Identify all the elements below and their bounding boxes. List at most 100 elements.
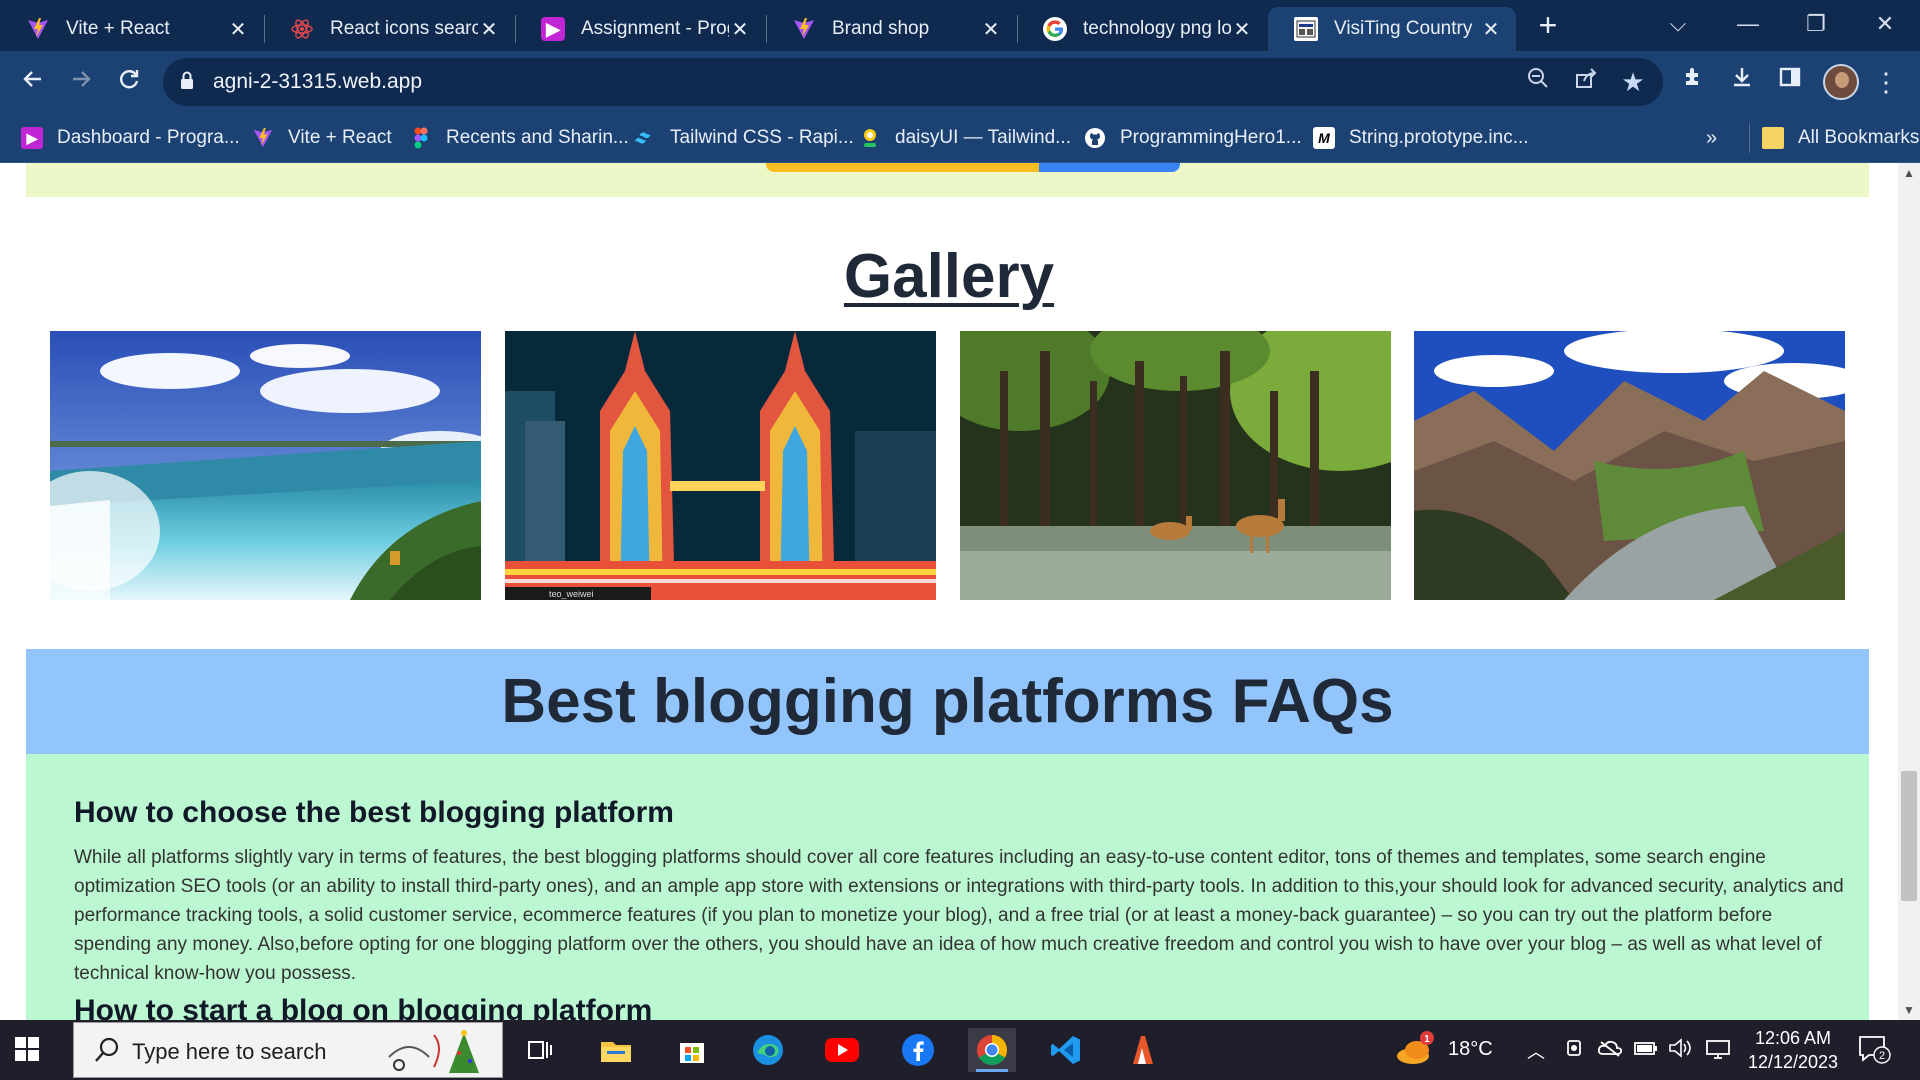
programming-hero-icon: ▶	[541, 17, 565, 41]
zoom-icon[interactable]	[1521, 65, 1555, 99]
faq-question: How to start a blog on blogging platform	[74, 994, 653, 1020]
gallery-image-deer[interactable]	[960, 331, 1391, 600]
gallery-image-mountains[interactable]	[1414, 331, 1845, 600]
weather-temperature[interactable]: 18°C	[1448, 1038, 1493, 1061]
tab-strip: Vite + React ✕ React icons search ✕ ▶ As…	[0, 0, 1920, 51]
bookmark-dashboard[interactable]: ▶ Dashboard - Progra...	[21, 123, 240, 153]
file-explorer-icon[interactable]	[592, 1028, 640, 1072]
tab-brand-shop[interactable]: Brand shop ✕	[766, 7, 1016, 51]
react-icon	[290, 17, 314, 41]
volume-icon[interactable]	[1668, 1038, 1692, 1064]
tab-technology-png[interactable]: technology png lo ✕	[1017, 7, 1267, 51]
taskbar-search-box[interactable]: Type here to search	[73, 1022, 503, 1078]
bookmark-github[interactable]: ProgrammingHero1...	[1084, 123, 1302, 153]
gallery-image-towers[interactable]: teo_weiwei	[505, 331, 936, 600]
bookmark-label: ProgrammingHero1...	[1120, 127, 1302, 148]
windows-taskbar: Type here to search 1 18°C ︿ 12:06 AM 12…	[0, 1020, 1920, 1080]
site-icon	[1294, 17, 1318, 41]
page-scrollbar[interactable]: ▲ ▼	[1898, 163, 1920, 1020]
tailwind-icon	[634, 127, 656, 149]
reload-button[interactable]	[109, 62, 149, 102]
tab-react-icons[interactable]: React icons search ✕	[264, 7, 514, 51]
bookmark-label: String.prototype.inc...	[1349, 127, 1529, 148]
task-view-icon[interactable]	[516, 1028, 564, 1072]
restore-icon[interactable]: ❐	[1786, 4, 1846, 44]
tab-visiting-country[interactable]: VisiTing Country ✕	[1268, 7, 1516, 51]
close-tab-icon[interactable]: ✕	[1480, 17, 1502, 42]
onedrive-icon[interactable]	[1597, 1038, 1623, 1064]
facebook-icon[interactable]	[894, 1028, 942, 1072]
bookmark-label: Tailwind CSS - Rapi...	[670, 127, 854, 148]
side-panel-icon[interactable]	[1770, 62, 1810, 102]
share-icon[interactable]	[1569, 65, 1603, 99]
windows-start-icon[interactable]	[14, 1036, 62, 1066]
bookmark-tailwind[interactable]: Tailwind CSS - Rapi...	[634, 123, 854, 153]
clock-date: 12/12/2023	[1747, 1052, 1839, 1072]
battery-icon[interactable]	[1634, 1038, 1658, 1064]
bookmark-star-icon[interactable]: ★	[1616, 65, 1650, 99]
edge-icon[interactable]	[744, 1028, 792, 1072]
show-hidden-icons[interactable]: ︿	[1527, 1038, 1545, 1064]
microsoft-store-icon[interactable]	[668, 1028, 716, 1072]
tab-assignment[interactable]: ▶ Assignment - Prog ✕	[515, 7, 765, 51]
close-tab-icon[interactable]: ✕	[1231, 17, 1253, 42]
banner-button[interactable]	[766, 163, 1180, 172]
tab-title: Assignment - Prog	[581, 18, 729, 39]
extensions-icon[interactable]	[1674, 62, 1714, 102]
vscode-icon[interactable]	[1042, 1028, 1090, 1072]
bookmarks-bar: ▶ Dashboard - Progra... Vite + React Rec…	[0, 113, 1920, 163]
weather-widget[interactable]: 1	[1395, 1030, 1435, 1072]
back-button[interactable]	[13, 62, 53, 102]
close-tab-icon[interactable]: ✕	[980, 17, 1002, 42]
all-bookmarks-button[interactable]: All Bookmarks	[1749, 123, 1919, 153]
google-icon	[1043, 17, 1067, 41]
lock-icon[interactable]	[179, 70, 201, 94]
scroll-thumb[interactable]	[1901, 771, 1917, 901]
tab-vite-react[interactable]: Vite + React ✕	[0, 7, 263, 51]
taskbar-clock[interactable]: 12:06 AM 12/12/2023	[1738, 1026, 1848, 1074]
address-bar[interactable]: agni-2-31315.web.app ★	[163, 58, 1663, 106]
bookmarks-overflow-button[interactable]: »	[1706, 123, 1717, 153]
mdn-icon: M	[1313, 127, 1335, 149]
tab-title: VisiTing Country	[1334, 18, 1473, 39]
scroll-up-arrow[interactable]: ▲	[1898, 163, 1920, 183]
scroll-down-arrow[interactable]: ▼	[1898, 1000, 1920, 1020]
page-viewport: Gallery teo_weiwei Best blogging platfor…	[0, 163, 1898, 1020]
forward-button[interactable]	[61, 62, 101, 102]
clock-time: 12:06 AM	[1754, 1028, 1832, 1048]
youtube-icon[interactable]	[818, 1028, 866, 1072]
url-text[interactable]: agni-2-31315.web.app	[213, 70, 422, 94]
network-icon[interactable]	[1705, 1038, 1731, 1066]
profile-avatar[interactable]	[1823, 64, 1859, 100]
menu-icon[interactable]: ⋮	[1866, 62, 1906, 102]
close-tab-icon[interactable]: ✕	[478, 17, 500, 42]
figma-icon	[410, 127, 432, 149]
search-highlight-icon	[384, 1027, 494, 1080]
faq-heading: Best blogging platforms FAQs	[501, 667, 1394, 736]
download-icon[interactable]	[1722, 62, 1762, 102]
chrome-icon[interactable]	[968, 1028, 1016, 1072]
minimize-icon[interactable]: —	[1718, 4, 1778, 44]
close-tab-icon[interactable]: ✕	[729, 17, 751, 42]
bookmark-vite-react[interactable]: Vite + React	[252, 123, 392, 153]
daisyui-icon	[859, 127, 881, 149]
tab-title: technology png lo	[1083, 18, 1231, 39]
bookmark-daisyui[interactable]: daisyUI — Tailwind...	[859, 123, 1071, 153]
gallery-title: Gallery	[843, 242, 1055, 311]
tab-search-icon[interactable]: ⌵	[1648, 4, 1708, 44]
bookmark-mdn[interactable]: M String.prototype.inc...	[1313, 123, 1529, 153]
app-icon[interactable]	[1118, 1028, 1166, 1072]
bookmark-label: Dashboard - Progra...	[57, 127, 240, 148]
meet-now-icon[interactable]	[1564, 1038, 1584, 1066]
close-tab-icon[interactable]: ✕	[227, 17, 249, 42]
folder-icon	[1762, 127, 1784, 149]
gallery-image-waterfall[interactable]	[50, 331, 481, 600]
bookmark-label: Vite + React	[288, 127, 392, 148]
bookmark-label: daisyUI — Tailwind...	[895, 127, 1071, 148]
vite-icon	[252, 127, 274, 149]
new-tab-button[interactable]: +	[1536, 9, 1560, 41]
notifications-icon[interactable]: 2	[1857, 1034, 1891, 1070]
close-window-icon[interactable]: ✕	[1855, 4, 1915, 44]
programming-hero-icon: ▶	[21, 127, 43, 149]
bookmark-figma[interactable]: Recents and Sharin...	[410, 123, 629, 153]
